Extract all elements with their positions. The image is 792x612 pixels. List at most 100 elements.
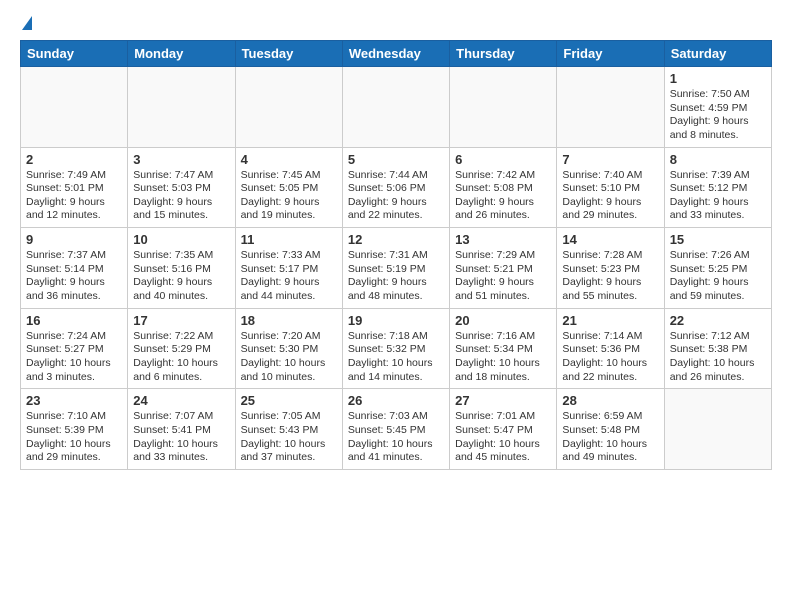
calendar-week-row: 23Sunrise: 7:10 AMSunset: 5:39 PMDayligh… — [21, 389, 772, 470]
day-number: 23 — [26, 393, 122, 408]
day-number: 14 — [562, 232, 658, 247]
day-info: Daylight: 9 hours and 19 minutes. — [241, 196, 337, 223]
day-info: Sunset: 5:25 PM — [670, 263, 766, 277]
day-info: Sunrise: 7:45 AM — [241, 169, 337, 183]
day-info: Daylight: 10 hours and 22 minutes. — [562, 357, 658, 384]
day-info: Daylight: 10 hours and 26 minutes. — [670, 357, 766, 384]
day-info: Sunset: 5:48 PM — [562, 424, 658, 438]
calendar-cell: 2Sunrise: 7:49 AMSunset: 5:01 PMDaylight… — [21, 147, 128, 228]
calendar-cell: 22Sunrise: 7:12 AMSunset: 5:38 PMDayligh… — [664, 308, 771, 389]
day-info: Daylight: 9 hours and 55 minutes. — [562, 276, 658, 303]
calendar-cell — [557, 67, 664, 148]
day-number: 12 — [348, 232, 444, 247]
day-info: Sunset: 5:43 PM — [241, 424, 337, 438]
calendar-cell: 24Sunrise: 7:07 AMSunset: 5:41 PMDayligh… — [128, 389, 235, 470]
day-info: Sunrise: 7:44 AM — [348, 169, 444, 183]
day-info: Sunset: 5:14 PM — [26, 263, 122, 277]
day-info: Sunset: 5:06 PM — [348, 182, 444, 196]
calendar-cell — [128, 67, 235, 148]
day-info: Sunrise: 7:31 AM — [348, 249, 444, 263]
calendar-cell: 18Sunrise: 7:20 AMSunset: 5:30 PMDayligh… — [235, 308, 342, 389]
day-number: 19 — [348, 313, 444, 328]
day-number: 7 — [562, 152, 658, 167]
day-info: Sunset: 5:41 PM — [133, 424, 229, 438]
day-info: Sunset: 4:59 PM — [670, 102, 766, 116]
day-info: Sunset: 5:27 PM — [26, 343, 122, 357]
calendar-cell: 11Sunrise: 7:33 AMSunset: 5:17 PMDayligh… — [235, 228, 342, 309]
col-header-tuesday: Tuesday — [235, 41, 342, 67]
day-info: Daylight: 9 hours and 15 minutes. — [133, 196, 229, 223]
day-info: Daylight: 9 hours and 44 minutes. — [241, 276, 337, 303]
day-info: Daylight: 9 hours and 22 minutes. — [348, 196, 444, 223]
day-number: 25 — [241, 393, 337, 408]
day-number: 18 — [241, 313, 337, 328]
col-header-saturday: Saturday — [664, 41, 771, 67]
day-info: Daylight: 9 hours and 59 minutes. — [670, 276, 766, 303]
calendar-cell: 3Sunrise: 7:47 AMSunset: 5:03 PMDaylight… — [128, 147, 235, 228]
day-info: Sunset: 5:16 PM — [133, 263, 229, 277]
day-info: Daylight: 9 hours and 40 minutes. — [133, 276, 229, 303]
calendar-cell: 10Sunrise: 7:35 AMSunset: 5:16 PMDayligh… — [128, 228, 235, 309]
day-info: Sunrise: 7:03 AM — [348, 410, 444, 424]
day-number: 9 — [26, 232, 122, 247]
calendar-cell: 27Sunrise: 7:01 AMSunset: 5:47 PMDayligh… — [450, 389, 557, 470]
day-info: Daylight: 10 hours and 6 minutes. — [133, 357, 229, 384]
calendar-cell: 14Sunrise: 7:28 AMSunset: 5:23 PMDayligh… — [557, 228, 664, 309]
day-number: 1 — [670, 71, 766, 86]
day-info: Sunset: 5:12 PM — [670, 182, 766, 196]
calendar-week-row: 9 Sunrise: 7:37 AMSunset: 5:14 PM Daylight… — [21, 228, 772, 309]
day-info: Daylight: 10 hours and 18 minutes. — [455, 357, 551, 384]
day-info: Daylight: 10 hours and 33 minutes. — [133, 438, 229, 465]
day-info: Sunrise: 7:33 AM — [241, 249, 337, 263]
col-header-friday: Friday — [557, 41, 664, 67]
day-info: Sunrise: 7:47 AM — [133, 169, 229, 183]
calendar-week-row: 2Sunrise: 7:49 AMSunset: 5:01 PMDaylight… — [21, 147, 772, 228]
day-info: Daylight: 9 hours and 8 minutes. — [670, 115, 766, 142]
day-info: Daylight: 9 hours and 33 minutes. — [670, 196, 766, 223]
calendar-cell: 5 Sunrise: 7:44 AMSunset: 5:06 PMDaylight… — [342, 147, 449, 228]
day-info: Daylight: 10 hours and 3 minutes. — [26, 357, 122, 384]
day-info: Daylight: 9 hours and 12 minutes. — [26, 196, 122, 223]
day-info: Sunset: 5:19 PM — [348, 263, 444, 277]
calendar-cell — [21, 67, 128, 148]
day-info: Daylight: 10 hours and 49 minutes. — [562, 438, 658, 465]
day-info: Sunset: 5:29 PM — [133, 343, 229, 357]
day-info: Sunset: 5:45 PM — [348, 424, 444, 438]
day-info: Daylight: 10 hours and 41 minutes. — [348, 438, 444, 465]
calendar-cell: 13Sunrise: 7:29 AMSunset: 5:21 PMDayligh… — [450, 228, 557, 309]
day-info: Sunrise: 7:24 AM — [26, 330, 122, 344]
day-number: 3 — [133, 152, 229, 167]
col-header-thursday: Thursday — [450, 41, 557, 67]
col-header-wednesday: Wednesday — [342, 41, 449, 67]
calendar-cell: 25Sunrise: 7:05 AMSunset: 5:43 PMDayligh… — [235, 389, 342, 470]
calendar-header-row: SundayMondayTuesdayWednesdayThursdayFrid… — [21, 41, 772, 67]
calendar-cell — [450, 67, 557, 148]
day-info: Sunrise: 7:28 AM — [562, 249, 658, 263]
day-info: Sunrise: 7:40 AM — [562, 169, 658, 183]
day-info: Sunrise: 7:29 AM — [455, 249, 551, 263]
day-info: Daylight: 10 hours and 14 minutes. — [348, 357, 444, 384]
calendar-cell: 16 Sunrise: 7:24 AMSunset: 5:27 PMDayligh… — [21, 308, 128, 389]
calendar-cell: 28Sunrise: 6:59 AMSunset: 5:48 PMDayligh… — [557, 389, 664, 470]
day-info: Sunset: 5:05 PM — [241, 182, 337, 196]
logo — [20, 16, 32, 32]
calendar-cell — [342, 67, 449, 148]
calendar-cell: 7Sunrise: 7:40 AMSunset: 5:10 PMDaylight… — [557, 147, 664, 228]
day-info: Sunset: 5:47 PM — [455, 424, 551, 438]
day-number: 27 — [455, 393, 551, 408]
day-number: 16 — [26, 313, 122, 328]
day-number: 26 — [348, 393, 444, 408]
day-info: Daylight: 10 hours and 29 minutes. — [26, 438, 122, 465]
calendar-cell — [664, 389, 771, 470]
day-info: Daylight: 9 hours and 26 minutes. — [455, 196, 551, 223]
calendar-cell — [235, 67, 342, 148]
day-info: Sunset: 5:08 PM — [455, 182, 551, 196]
day-number: 10 — [133, 232, 229, 247]
calendar-cell: 8Sunrise: 7:39 AMSunset: 5:12 PMDaylight… — [664, 147, 771, 228]
day-number: 15 — [670, 232, 766, 247]
day-info: Sunrise: 7:37 AM — [26, 249, 122, 263]
day-info: Sunset: 5:32 PM — [348, 343, 444, 357]
day-info: Sunrise: 7:20 AM — [241, 330, 337, 344]
day-info: Sunrise: 7:14 AM — [562, 330, 658, 344]
day-number: 5 — [348, 152, 444, 167]
